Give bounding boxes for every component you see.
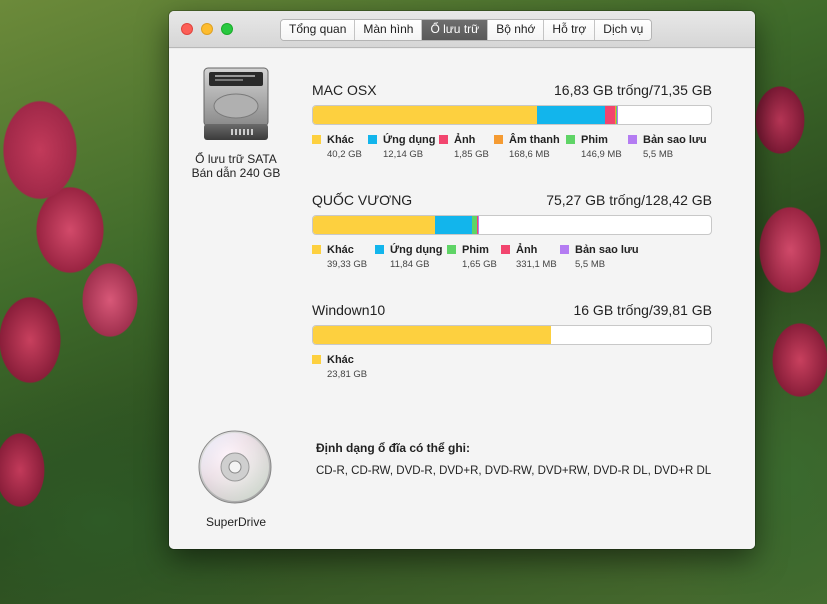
- legend-size: 12,14 GB: [383, 149, 424, 160]
- volume-name: MAC OSX: [312, 82, 377, 98]
- usage-segment: [604, 106, 616, 124]
- legend-size: 1,65 GB: [462, 259, 497, 270]
- usage-segment: [313, 106, 538, 124]
- legend-swatch: [312, 135, 321, 144]
- volume-2: Windown10 16 GB trống/39,81 GB Khác 23,81 G…: [312, 302, 712, 380]
- usage-segment: [537, 106, 605, 124]
- legend-item: Bản sao lưu 5,5 MB: [560, 243, 639, 270]
- tab-1[interactable]: Màn hình: [354, 20, 422, 40]
- drive-type: Ổ lưu trữ SATA: [195, 152, 277, 166]
- legend-size: 168,6 MB: [509, 149, 550, 160]
- legend-label: Phim: [462, 243, 489, 256]
- legend-label: Ứng dụng: [383, 133, 436, 146]
- tab-2[interactable]: Ổ lưu trữ: [421, 20, 488, 40]
- legend-item: Phim 1,65 GB: [447, 243, 497, 270]
- legend-label: Khác: [327, 133, 354, 146]
- volume-capacity: 16 GB trống/39,81 GB: [573, 302, 712, 318]
- zoom-button[interactable]: [221, 23, 233, 35]
- legend-size: 40,2 GB: [327, 149, 362, 160]
- legend-item: Khác 23,81 GB: [312, 353, 367, 380]
- legend-label: Bản sao lưu: [643, 133, 707, 146]
- superdrive-label: SuperDrive: [205, 515, 267, 529]
- legend-label: Âm thanh: [509, 133, 560, 146]
- legend-item: Ứng dụng 11,84 GB: [375, 243, 443, 270]
- tab-5[interactable]: Dịch vụ: [594, 20, 652, 40]
- tab-4[interactable]: Hỗ trợ: [543, 20, 595, 40]
- legend-label: Ảnh: [454, 133, 476, 146]
- legend-label: Phim: [581, 133, 608, 146]
- legend-item: Phim 146,9 MB: [566, 133, 622, 160]
- usage-bar[interactable]: [312, 215, 712, 235]
- legend-size: 146,9 MB: [581, 149, 622, 160]
- tab-3[interactable]: Bộ nhớ: [487, 20, 544, 40]
- close-button[interactable]: [181, 23, 193, 35]
- legend-item: Âm thanh 168,6 MB: [494, 133, 560, 160]
- usage-segment: [434, 216, 472, 234]
- volume-name: QUỐC VƯƠNG: [312, 192, 413, 208]
- volume-header: MAC OSX 16,83 GB trống/71,35 GB: [312, 82, 712, 100]
- usage-bar[interactable]: [312, 325, 712, 345]
- title-bar: Tổng quan Màn hình Ổ lưu trữ Bộ nhớ Hỗ trợ Dị…: [169, 11, 755, 48]
- legend-label: Khác: [327, 243, 354, 256]
- volume-1: QUỐC VƯƠNG 75,27 GB trống/128,42 GB Khác 39…: [312, 192, 712, 270]
- volume-capacity: 16,83 GB trống/71,35 GB: [554, 82, 712, 98]
- tab-bar: Tổng quan Màn hình Ổ lưu trữ Bộ nhớ Hỗ trợ Dị…: [280, 19, 653, 41]
- usage-segment: [313, 216, 435, 234]
- volume-0: MAC OSX 16,83 GB trống/71,35 GB Khác 40,2 G…: [312, 82, 712, 160]
- tab-0[interactable]: Tổng quan: [281, 20, 355, 40]
- legend-size: 23,81 GB: [327, 369, 368, 380]
- legend-swatch: [494, 135, 503, 144]
- legend-size: 39,33 GB: [327, 259, 368, 270]
- storage-pane: Ổ lưu trữ SATA Bán dẫn 240 GB MAC OSX 16,…: [169, 49, 755, 549]
- legend-item: Ứng dụng 12,14 GB: [368, 133, 436, 160]
- minimize-button[interactable]: [201, 23, 213, 35]
- legend-item: Bản sao lưu 5,5 MB: [628, 133, 707, 160]
- legend-swatch: [375, 245, 384, 254]
- legend-label: Khác: [327, 353, 354, 366]
- usage-segment: [313, 326, 552, 344]
- legend-item: Ảnh 331,1 MB: [501, 243, 557, 270]
- about-this-mac-window: Tổng quan Màn hình Ổ lưu trữ Bộ nhớ Hỗ trợ Dị…: [169, 11, 755, 549]
- drive-label: Ổ lưu trữ SATA Bán dẫn 240 GB: [179, 152, 293, 180]
- volume-capacity: 75,27 GB trống/128,42 GB: [546, 192, 712, 208]
- legend-label: Ảnh: [516, 243, 538, 256]
- legend-size: 11,84 GB: [390, 259, 430, 270]
- usage-bar[interactable]: [312, 105, 712, 125]
- legend-size: 1,85 GB: [454, 149, 489, 160]
- volume-header: QUỐC VƯƠNG 75,27 GB trống/128,42 GB: [312, 192, 712, 210]
- legend-swatch: [312, 355, 321, 364]
- burn-formats-title: Định dạng ổ đĩa có thể ghi:: [316, 441, 470, 455]
- legend-swatch: [560, 245, 569, 254]
- legend-item: Khác 40,2 GB: [312, 133, 362, 160]
- legend-swatch: [447, 245, 456, 254]
- drive-capacity: Bán dẫn 240 GB: [191, 166, 281, 180]
- legend-item: Ảnh 1,85 GB: [439, 133, 489, 160]
- volume-name: Windown10: [312, 302, 386, 318]
- legend-swatch: [628, 135, 637, 144]
- legend-size: 331,1 MB: [516, 259, 557, 270]
- volume-header: Windown10 16 GB trống/39,81 GB: [312, 302, 712, 320]
- legend-size: 5,5 MB: [643, 149, 674, 160]
- legend-size: 5,5 MB: [575, 259, 606, 270]
- legend-swatch: [566, 135, 575, 144]
- optical-disc-icon: [198, 430, 272, 504]
- burn-formats-list: CD-R, CD-RW, DVD-R, DVD+R, DVD-RW, DVD+R…: [316, 465, 712, 477]
- legend-swatch: [439, 135, 448, 144]
- legend-swatch: [312, 245, 321, 254]
- legend-item: Khác 39,33 GB: [312, 243, 367, 270]
- legend-label: Ứng dụng: [390, 243, 443, 256]
- legend-swatch: [368, 135, 377, 144]
- hard-drive-icon: [203, 67, 269, 140]
- legend-label: Bản sao lưu: [575, 243, 639, 256]
- legend-swatch: [501, 245, 510, 254]
